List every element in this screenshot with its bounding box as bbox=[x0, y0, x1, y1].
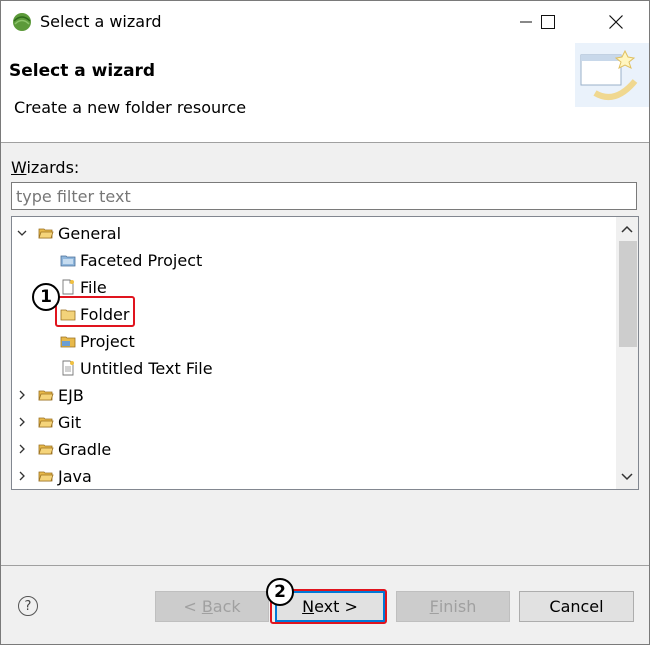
tree-scrollbar[interactable] bbox=[616, 217, 638, 489]
close-icon bbox=[609, 15, 623, 29]
wizards-label: Wizards: bbox=[11, 158, 79, 177]
step-marker-1: 1 bbox=[32, 283, 60, 311]
back-prefix: < bbox=[183, 597, 202, 616]
chevron-down-icon[interactable] bbox=[16, 227, 28, 239]
filter-input[interactable] bbox=[11, 182, 637, 210]
window-title: Select a wizard bbox=[40, 12, 162, 31]
folder-open-icon bbox=[38, 228, 54, 239]
scroll-thumb[interactable] bbox=[619, 241, 637, 347]
tree-item-label: Git bbox=[58, 412, 82, 432]
tree-item-label: Gradle bbox=[58, 439, 112, 459]
close-button[interactable] bbox=[593, 1, 639, 43]
folder-icon bbox=[38, 417, 54, 428]
file-icon bbox=[62, 279, 74, 295]
folder-icon bbox=[38, 471, 54, 482]
folder-highlight-box bbox=[55, 296, 135, 327]
tree-item-java[interactable]: Java bbox=[16, 463, 92, 489]
tree-item-label: Project bbox=[80, 331, 135, 351]
chevron-up-icon bbox=[621, 225, 633, 233]
tree-item-label: File bbox=[80, 277, 107, 297]
back-button[interactable]: < Back bbox=[155, 591, 269, 622]
tree-item-label: General bbox=[58, 223, 122, 243]
scroll-up-button[interactable] bbox=[616, 219, 638, 239]
finish-rest: inish bbox=[438, 597, 477, 616]
chevron-right-icon[interactable] bbox=[16, 416, 28, 428]
wizards-label-mnemonic: W bbox=[11, 158, 27, 177]
finish-mnemonic: F bbox=[429, 597, 439, 616]
title-bar: Select a wizard bbox=[1, 1, 649, 43]
tree-item-ejb[interactable]: EJB bbox=[16, 382, 84, 408]
back-rest: ack bbox=[212, 597, 241, 616]
step-marker-2: 2 bbox=[266, 578, 294, 606]
project-icon bbox=[60, 336, 76, 348]
wizards-label-rest: izards: bbox=[26, 158, 80, 177]
tree-item-faceted-project[interactable]: Faceted Project bbox=[60, 247, 202, 273]
folder-icon bbox=[38, 390, 54, 401]
bottom-separator bbox=[1, 565, 649, 566]
tree-item-label: EJB bbox=[58, 385, 84, 405]
maximize-icon bbox=[541, 15, 555, 29]
maximize-button[interactable] bbox=[525, 1, 571, 43]
tree-item-label: Faceted Project bbox=[80, 250, 203, 270]
tree-item-label: Java bbox=[58, 466, 92, 486]
tree-item-gradle[interactable]: Gradle bbox=[16, 436, 111, 462]
wizard-banner: Select a wizard Create a new folder reso… bbox=[1, 43, 649, 143]
scroll-down-button[interactable] bbox=[616, 467, 638, 487]
chevron-down-icon bbox=[621, 473, 633, 481]
banner-title: Select a wizard bbox=[9, 61, 156, 81]
tree-item-general[interactable]: General bbox=[16, 220, 121, 246]
wizard-banner-icon bbox=[575, 43, 649, 107]
tree-item-project[interactable]: Project bbox=[60, 328, 135, 354]
tree-item-git[interactable]: Git bbox=[16, 409, 81, 435]
chevron-right-icon[interactable] bbox=[16, 389, 28, 401]
tree-item-label: Untitled Text File bbox=[80, 358, 213, 378]
eclipse-app-icon bbox=[13, 13, 31, 31]
faceted-project-icon bbox=[60, 255, 76, 267]
finish-button[interactable]: Finish bbox=[396, 591, 510, 622]
cancel-button[interactable]: Cancel bbox=[519, 591, 634, 622]
help-icon[interactable]: ? bbox=[18, 596, 38, 616]
banner-description: Create a new folder resource bbox=[14, 98, 247, 117]
tree-item-untitled-text-file[interactable]: Untitled Text File bbox=[60, 355, 213, 381]
back-mnemonic: B bbox=[201, 597, 213, 616]
wizard-tree: General Faceted Project File Folder Proj… bbox=[11, 216, 639, 490]
chevron-right-icon[interactable] bbox=[16, 470, 28, 482]
folder-icon bbox=[38, 444, 54, 455]
chevron-right-icon[interactable] bbox=[16, 443, 28, 455]
text-file-icon bbox=[62, 360, 74, 376]
